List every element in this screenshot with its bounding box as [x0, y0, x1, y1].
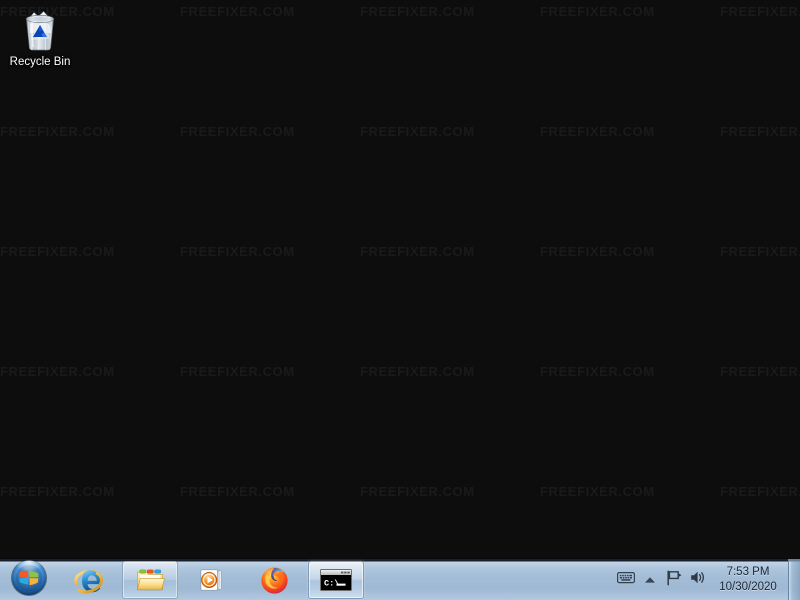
desktop-watermark: FREEFIXER.COM	[360, 364, 475, 379]
desktop-watermark: FREEFIXER.COM	[0, 364, 115, 379]
taskbar-button-windows-explorer[interactable]	[122, 561, 178, 599]
watermark-layer: FREEFIXER.COM FREEFIXER.COM FREEFIXER.COM F…	[0, 0, 800, 558]
desktop-watermark: FREEFIXER.COM	[180, 244, 295, 259]
desktop-watermark: FREEFIXER.COM	[720, 364, 800, 379]
clock-time: 7:53 PM	[726, 566, 770, 578]
taskbar: C:\ 7:53 PM 10/30/2020	[0, 558, 800, 600]
desktop-watermark: FREEFIXER.COM	[360, 244, 475, 259]
desktop-watermark: FREEFIXER.COM	[0, 124, 115, 139]
desktop-watermark: FREEFIXER.COM	[360, 124, 475, 139]
desktop-icon-recycle-bin[interactable]: Recycle Bin	[8, 6, 72, 69]
desktop-watermark: FREEFIXER.COM	[720, 124, 800, 139]
desktop-watermark: FREEFIXER.COM	[720, 4, 800, 19]
windows-orb-icon	[10, 559, 48, 600]
screen: FREEFIXER.COM FREEFIXER.COM FREEFIXER.COM F…	[0, 0, 800, 600]
taskbar-buttons: C:\	[60, 560, 370, 600]
taskbar-clock[interactable]: 7:53 PM 10/30/2020	[710, 559, 786, 600]
recycle-bin-icon	[8, 6, 72, 54]
taskbar-button-command-prompt[interactable]: C:\	[308, 561, 364, 599]
desktop-watermark: FREEFIXER.COM	[540, 124, 655, 139]
desktop-icon-label: Recycle Bin	[9, 56, 71, 68]
command-prompt-icon: C:\	[319, 567, 353, 593]
desktop-watermark: FREEFIXER.COM	[180, 4, 295, 19]
desktop-watermark: FREEFIXER.COM	[180, 124, 295, 139]
clock-date: 10/30/2020	[719, 581, 777, 593]
desktop-watermark: FREEFIXER.COM	[540, 484, 655, 499]
firefox-icon	[260, 566, 289, 595]
tray-show-hidden-icons[interactable]	[638, 565, 662, 595]
desktop-watermark: FREEFIXER.COM	[720, 484, 800, 499]
desktop-watermark: FREEFIXER.COM	[360, 484, 475, 499]
desktop-watermark: FREEFIXER.COM	[180, 364, 295, 379]
media-player-icon	[197, 566, 227, 594]
desktop-watermark: FREEFIXER.COM	[0, 484, 115, 499]
tray-icons	[608, 559, 710, 600]
desktop-surface[interactable]: FREEFIXER.COM FREEFIXER.COM FREEFIXER.COM F…	[0, 0, 800, 558]
svg-text:C:\: C:\	[324, 578, 339, 588]
desktop-watermark: FREEFIXER.COM	[720, 244, 800, 259]
tray-action-center[interactable]	[662, 565, 686, 595]
system-tray: 7:53 PM 10/30/2020	[608, 559, 800, 600]
start-button[interactable]	[2, 559, 56, 600]
taskbar-button-windows-media-player[interactable]	[184, 561, 240, 599]
desktop-watermark: FREEFIXER.COM	[180, 484, 295, 499]
flag-icon	[666, 569, 683, 591]
show-desktop-button[interactable]	[788, 559, 800, 600]
taskbar-button-internet-explorer[interactable]	[60, 561, 116, 599]
tray-input-indicator[interactable]	[614, 565, 638, 595]
internet-explorer-icon	[73, 565, 103, 595]
desktop-watermark: FREEFIXER.COM	[0, 244, 115, 259]
taskbar-button-firefox[interactable]	[246, 561, 302, 599]
desktop-watermark: FREEFIXER.COM	[360, 4, 475, 19]
desktop-watermark: FREEFIXER.COM	[540, 364, 655, 379]
folder-icon	[135, 566, 165, 594]
desktop-watermark: FREEFIXER.COM	[540, 4, 655, 19]
keyboard-icon	[617, 571, 635, 589]
tray-volume[interactable]	[686, 565, 710, 595]
speaker-icon	[690, 570, 707, 590]
chevron-up-icon	[644, 571, 656, 589]
desktop-watermark: FREEFIXER.COM	[540, 244, 655, 259]
